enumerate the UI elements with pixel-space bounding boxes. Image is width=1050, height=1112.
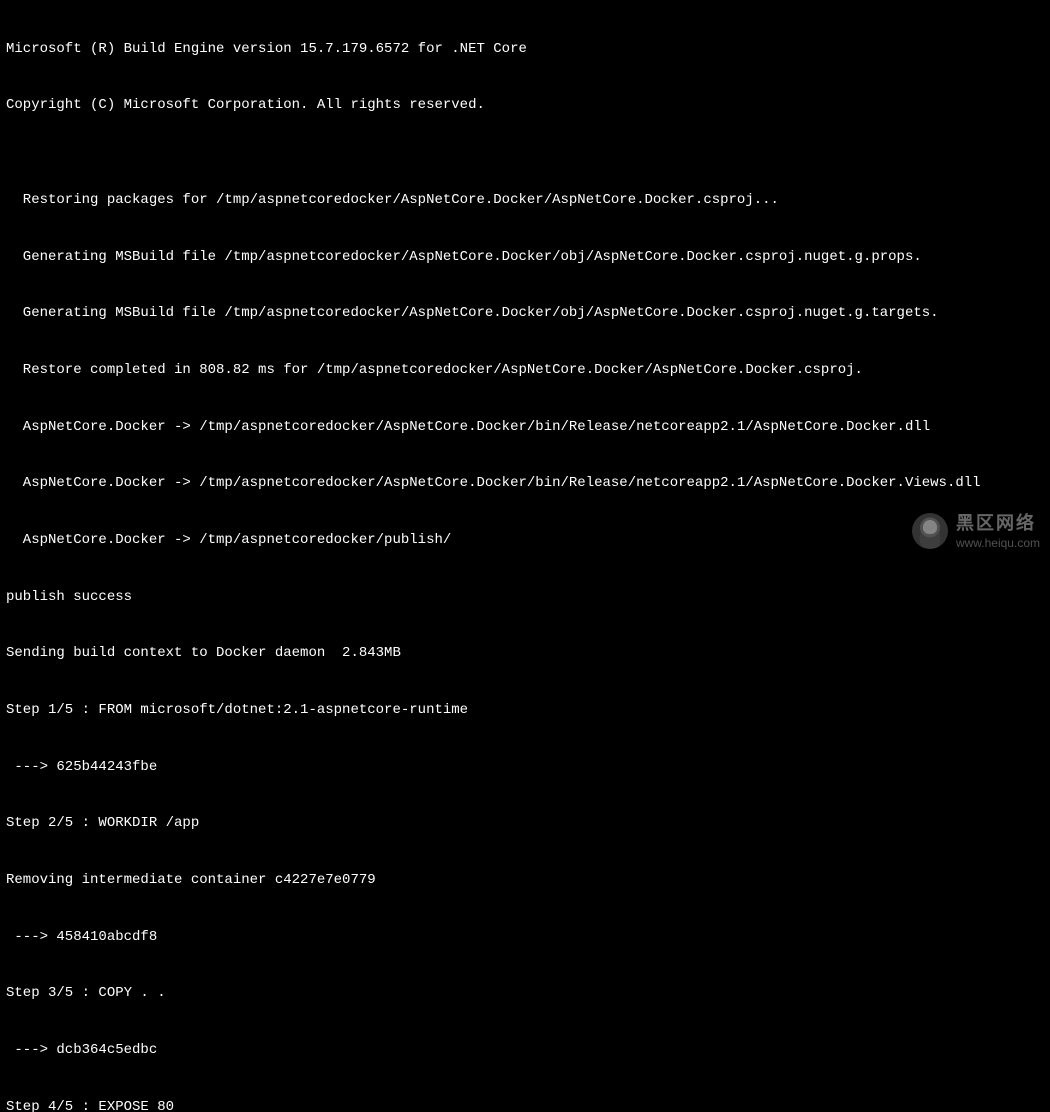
watermark: 黑区网络 www.heiqu.com <box>912 511 1040 551</box>
terminal-line: AspNetCore.Docker -> /tmp/aspnetcoredock… <box>6 531 1044 550</box>
mushroom-icon <box>912 513 948 549</box>
terminal-line: Generating MSBuild file /tmp/aspnetcored… <box>6 304 1044 323</box>
terminal-line: publish success <box>6 588 1044 607</box>
watermark-text: 黑区网络 www.heiqu.com <box>956 511 1040 551</box>
terminal-line: Microsoft (R) Build Engine version 15.7.… <box>6 40 1044 59</box>
watermark-title: 黑区网络 <box>956 511 1036 535</box>
terminal-line: Generating MSBuild file /tmp/aspnetcored… <box>6 248 1044 267</box>
terminal-line: Removing intermediate container c4227e7e… <box>6 871 1044 890</box>
watermark-url: www.heiqu.com <box>956 535 1040 551</box>
terminal-line: Step 1/5 : FROM microsoft/dotnet:2.1-asp… <box>6 701 1044 720</box>
terminal-line: ---> dcb364c5edbc <box>6 1041 1044 1060</box>
terminal-output: Microsoft (R) Build Engine version 15.7.… <box>6 2 1044 1112</box>
terminal-line: Copyright (C) Microsoft Corporation. All… <box>6 96 1044 115</box>
terminal-line: AspNetCore.Docker -> /tmp/aspnetcoredock… <box>6 418 1044 437</box>
terminal-line: Restore completed in 808.82 ms for /tmp/… <box>6 361 1044 380</box>
terminal-line: Step 2/5 : WORKDIR /app <box>6 814 1044 833</box>
terminal-line: Sending build context to Docker daemon 2… <box>6 644 1044 663</box>
terminal-line: Step 3/5 : COPY . . <box>6 984 1044 1003</box>
terminal-line: ---> 458410abcdf8 <box>6 928 1044 947</box>
terminal-line: Step 4/5 : EXPOSE 80 <box>6 1098 1044 1112</box>
terminal-line: AspNetCore.Docker -> /tmp/aspnetcoredock… <box>6 474 1044 493</box>
terminal-line: ---> 625b44243fbe <box>6 758 1044 777</box>
terminal-line: Restoring packages for /tmp/aspnetcoredo… <box>6 191 1044 210</box>
